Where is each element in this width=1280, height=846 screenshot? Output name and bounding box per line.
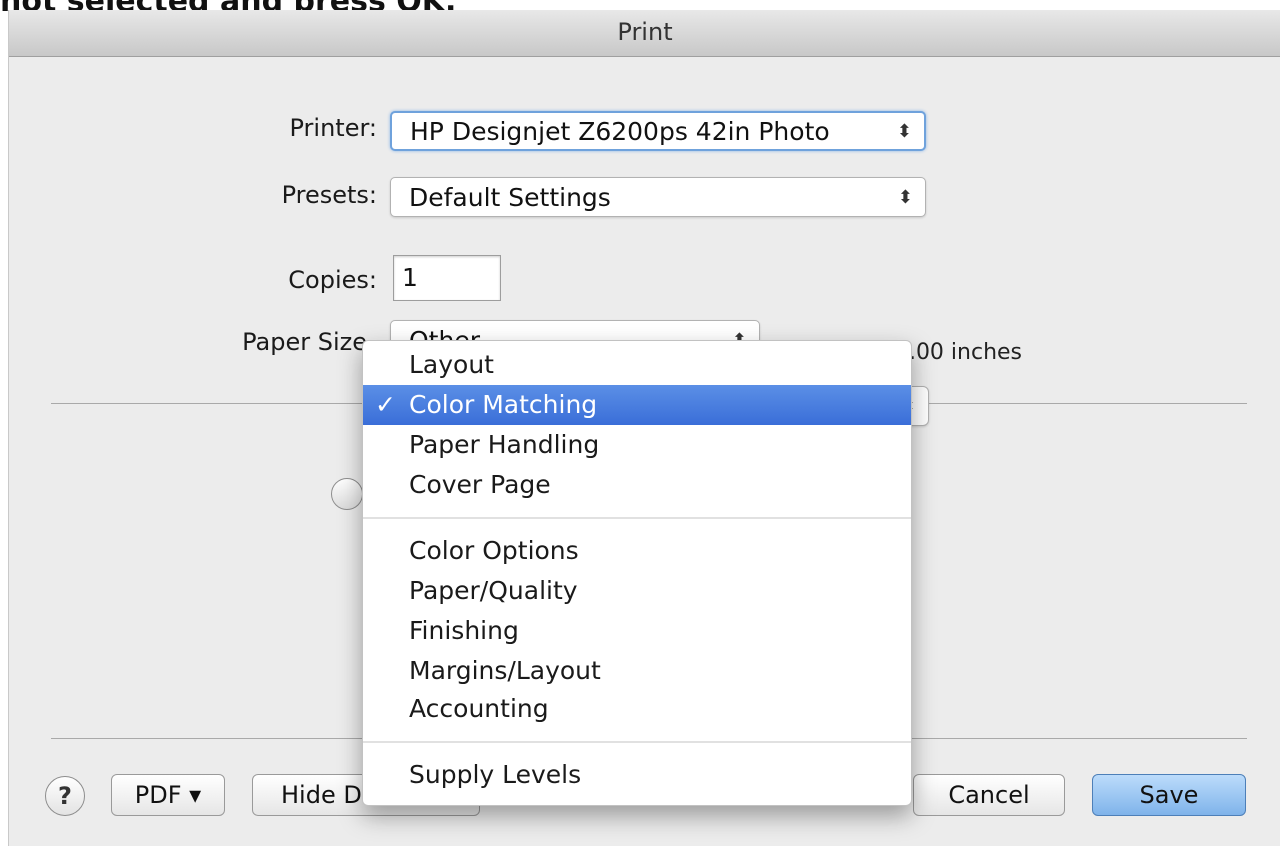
printer-popup-value: HP Designjet Z6200ps 42in Photo bbox=[410, 117, 830, 146]
menu-item-supply-levels[interactable]: Supply Levels bbox=[363, 755, 911, 795]
radio-button[interactable] bbox=[331, 478, 363, 510]
menu-item-color-matching[interactable]: ✓ Color Matching bbox=[363, 385, 911, 425]
up-down-arrows-icon: ⬍ bbox=[897, 187, 913, 208]
presets-label: Presets: bbox=[281, 181, 377, 209]
menu-item-label: Accounting bbox=[409, 694, 549, 723]
menu-item-color-options[interactable]: Color Options bbox=[363, 531, 911, 571]
copies-field[interactable]: 1 bbox=[393, 255, 501, 301]
menu-item-paper-handling[interactable]: Paper Handling bbox=[363, 425, 911, 465]
printer-popup[interactable]: HP Designjet Z6200ps 42in Photo ⬍ bbox=[390, 111, 926, 151]
help-button[interactable]: ? bbox=[45, 776, 85, 816]
menu-separator bbox=[363, 517, 911, 519]
paper-size-label: Paper Size bbox=[242, 328, 367, 356]
menu-item-label: Finishing bbox=[409, 616, 519, 645]
save-button[interactable]: Save bbox=[1092, 774, 1246, 816]
menu-item-label: Layout bbox=[409, 350, 494, 379]
menu-item-label: Color Options bbox=[409, 536, 579, 565]
copies-label: Copies: bbox=[288, 266, 377, 294]
menu-item-label: Supply Levels bbox=[409, 760, 582, 789]
menu-item-label: Cover Page bbox=[409, 470, 551, 499]
pdf-menu-button[interactable]: PDF ▾ bbox=[111, 774, 225, 816]
menu-item-label: Paper Handling bbox=[409, 430, 600, 459]
printer-label: Printer: bbox=[289, 114, 377, 142]
options-pane-menu: Layout ✓ Color Matching Paper Handling C… bbox=[362, 340, 912, 806]
menu-item-finishing[interactable]: Finishing bbox=[363, 611, 911, 651]
menu-item-label: Paper/Quality bbox=[409, 576, 578, 605]
presets-popup[interactable]: Default Settings ⬍ bbox=[390, 177, 926, 217]
up-down-arrows-icon: ⬍ bbox=[896, 121, 912, 142]
menu-separator bbox=[363, 741, 911, 743]
window-title: Print bbox=[9, 10, 1280, 57]
cancel-button[interactable]: Cancel bbox=[913, 774, 1065, 816]
menu-item-cover-page[interactable]: Cover Page bbox=[363, 465, 911, 505]
menu-item-paper-quality[interactable]: Paper/Quality bbox=[363, 571, 911, 611]
menu-item-layout[interactable]: Layout bbox=[363, 345, 911, 385]
checkmark-icon: ✓ bbox=[375, 390, 396, 419]
presets-popup-value: Default Settings bbox=[409, 183, 611, 212]
menu-item-label: Margins/Layout bbox=[409, 656, 601, 685]
menu-item-margins-layout[interactable]: Margins/Layout bbox=[363, 651, 911, 691]
menu-item-accounting[interactable]: Accounting bbox=[363, 689, 911, 729]
menu-item-label: Color Matching bbox=[409, 390, 598, 419]
